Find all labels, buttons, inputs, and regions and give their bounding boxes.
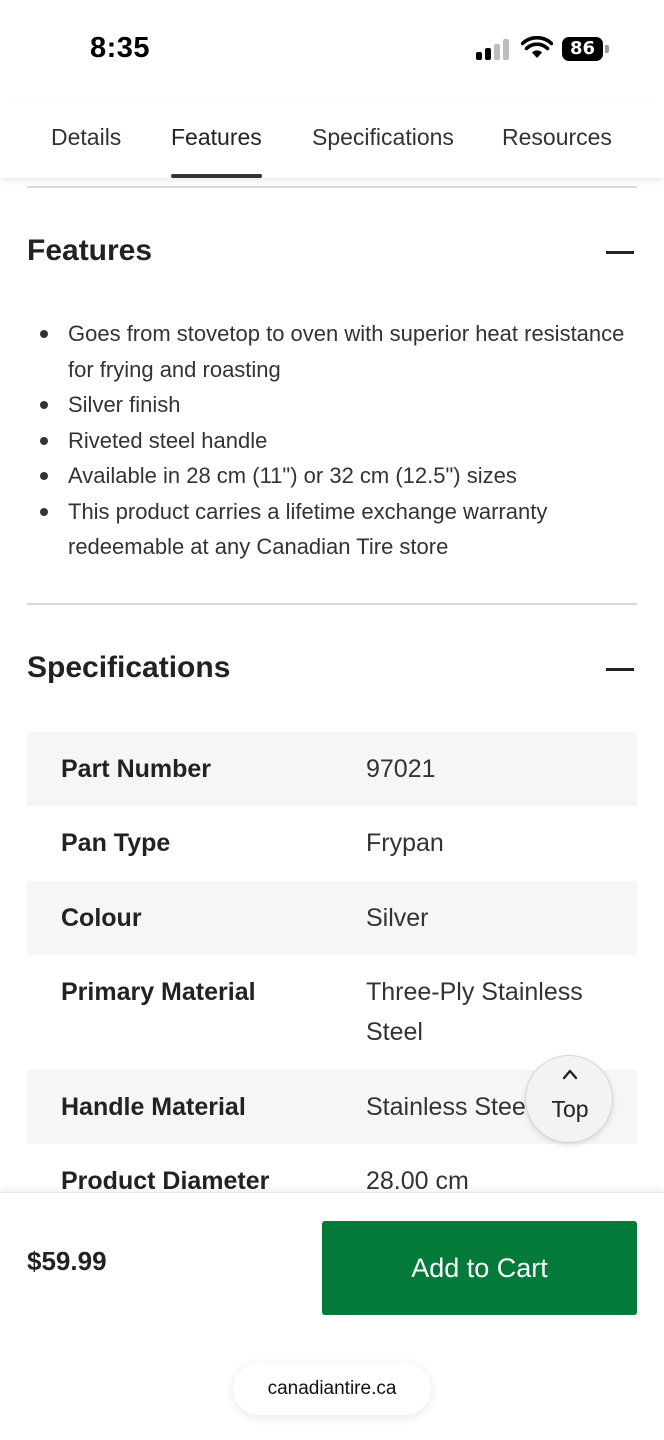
spec-label: Handle Material	[61, 1093, 246, 1121]
list-item: This product carries a lifetime exchange…	[27, 494, 627, 565]
tab-details[interactable]: Details	[51, 124, 121, 178]
scroll-to-top-button[interactable]: Top	[525, 1055, 613, 1143]
purchase-bar: $59.99 Add to Cart canadiantire.ca	[0, 1192, 664, 1440]
chevron-up-icon	[562, 1069, 578, 1080]
spec-label: Primary Material	[61, 978, 256, 1006]
add-to-cart-button[interactable]: Add to Cart	[322, 1221, 637, 1315]
list-item: Goes from stovetop to oven with superior…	[27, 316, 627, 387]
battery-level: 86	[569, 38, 596, 59]
spec-value: 97021	[366, 755, 436, 783]
table-row: Part Number 97021	[27, 732, 637, 806]
spec-label: Product Diameter	[61, 1167, 270, 1192]
tab-features[interactable]: Features	[171, 124, 262, 178]
spec-label: Colour	[61, 904, 142, 932]
divider	[27, 603, 637, 605]
spec-label: Part Number	[61, 755, 212, 783]
tab-resources[interactable]: Resources	[502, 124, 612, 178]
product-content[interactable]: Features Goes from stovetop to oven with…	[0, 178, 664, 1192]
list-item: Riveted steel handle	[27, 423, 627, 459]
status-time: 8:35	[90, 32, 151, 64]
scroll-to-top-label: Top	[551, 1096, 589, 1122]
list-item: Available in 28 cm (11") or 32 cm (12.5"…	[27, 458, 627, 494]
specifications-heading: Specifications	[27, 651, 231, 684]
table-row: Colour Silver	[27, 881, 637, 955]
tab-specifications[interactable]: Specifications	[312, 124, 454, 178]
table-row: Pan Type Frypan	[27, 806, 637, 881]
browser-address-bar[interactable]: canadiantire.ca	[233, 1363, 431, 1415]
list-item: Silver finish	[27, 387, 627, 423]
features-heading: Features	[27, 234, 153, 267]
spec-value: Silver	[366, 904, 429, 932]
wifi-icon	[521, 36, 553, 58]
table-row: Primary Material Three-Ply Stainless Ste…	[27, 955, 637, 1070]
divider	[27, 186, 637, 188]
table-row: Product Diameter 28.00 cm	[27, 1144, 637, 1192]
features-list: Goes from stovetop to oven with superior…	[27, 316, 627, 565]
features-collapse-icon[interactable]	[606, 251, 634, 254]
spec-value: 28.00 cm	[366, 1167, 469, 1192]
specifications-collapse-icon[interactable]	[606, 668, 634, 671]
product-price: $59.99	[27, 1246, 107, 1276]
spec-value: Three-Ply Stainless Steel	[366, 978, 583, 1046]
cellular-signal-icon	[476, 38, 510, 60]
battery-icon: 86	[562, 37, 609, 61]
status-bar: 8:35 86	[0, 0, 664, 100]
product-tabs: Details Features Specifications Resource…	[0, 100, 664, 178]
spec-label: Pan Type	[61, 829, 171, 857]
spec-value: Frypan	[366, 829, 444, 857]
